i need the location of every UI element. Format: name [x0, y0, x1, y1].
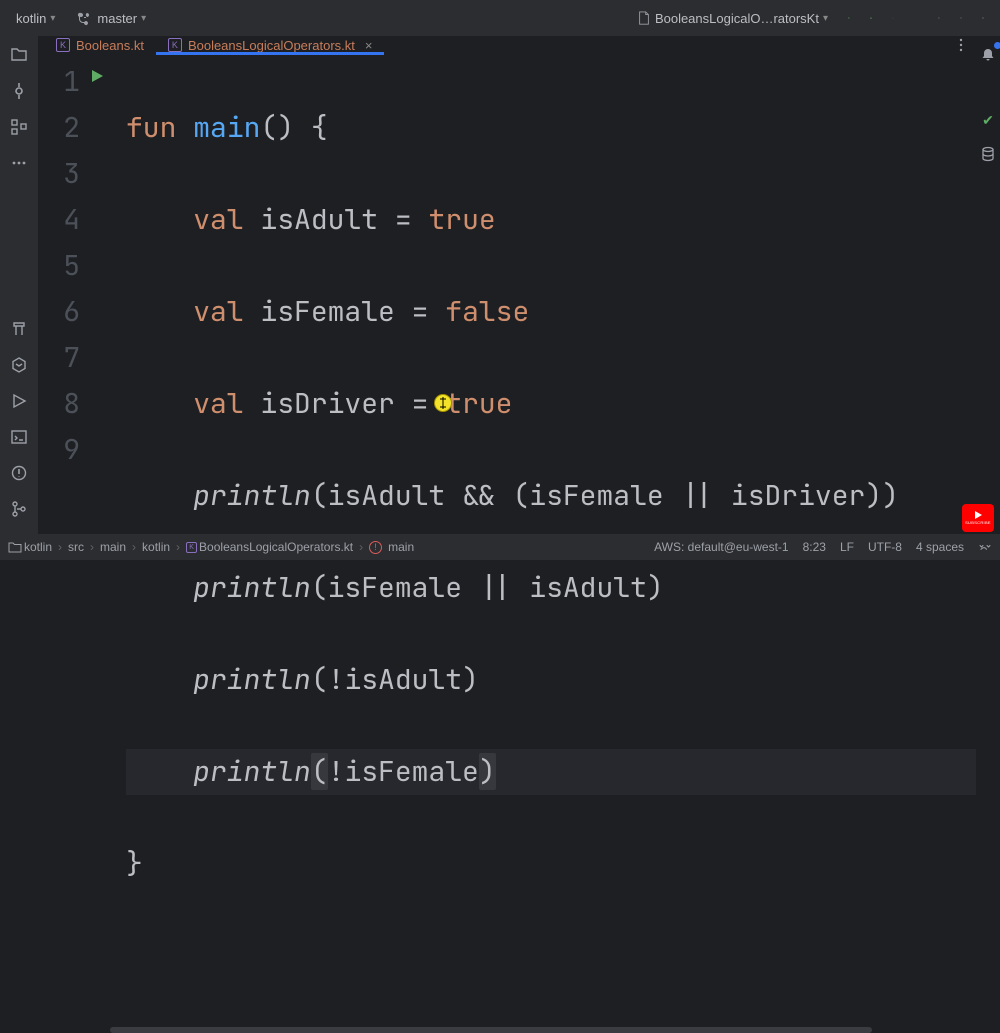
vcs-tool-button[interactable] — [8, 498, 30, 520]
code-editor[interactable]: 123456789 fun main() { val isAdult = tru… — [38, 55, 976, 1025]
debug-button[interactable] — [862, 9, 880, 27]
chevron-down-icon: ▾ — [141, 13, 146, 24]
file-icon — [637, 11, 651, 25]
right-tool-stripe: ✔ — [976, 36, 1000, 534]
tab-booleans[interactable]: K Booleans.kt — [44, 36, 156, 54]
chevron-down-icon: ▾ — [823, 13, 828, 24]
run-gutter — [86, 55, 110, 1025]
kotlin-file-icon: K — [168, 38, 182, 52]
tab-label: Booleans.kt — [76, 38, 144, 53]
branch-name: master — [97, 11, 137, 26]
run-config-label: BooleansLogicalO…ratorsKt — [655, 11, 819, 26]
youtube-subscribe-badge[interactable]: SUBSCRIBE — [962, 504, 994, 532]
scrollbar-thumb[interactable] — [110, 1027, 872, 1033]
structure-tool-button[interactable] — [8, 116, 30, 138]
close-icon[interactable]: × — [365, 38, 373, 53]
project-selector[interactable]: kotlin ▾ — [8, 7, 63, 30]
reader-mode-icon[interactable] — [978, 538, 992, 556]
problems-tool-button[interactable] — [8, 462, 30, 484]
services-tool-button[interactable] — [8, 354, 30, 376]
tab-booleans-logical-operators[interactable]: K BooleansLogicalOperators.kt × — [156, 36, 385, 54]
terminal-tool-button[interactable] — [8, 426, 30, 448]
search-everywhere-button[interactable] — [952, 9, 970, 27]
left-tool-stripe — [0, 36, 38, 534]
settings-button[interactable] — [974, 9, 992, 27]
database-tool-button[interactable] — [977, 143, 999, 165]
top-toolbar: kotlin ▾ master ▾ BooleansLogicalO…rator… — [0, 0, 1000, 36]
code-with-me-button[interactable] — [930, 9, 948, 27]
editor-area: K Booleans.kt K BooleansLogicalOperators… — [38, 36, 976, 534]
git-branch-selector[interactable]: master ▾ — [67, 5, 154, 31]
chevron-down-icon: ▾ — [50, 13, 55, 24]
commit-tool-button[interactable] — [8, 80, 30, 102]
run-gutter-icon[interactable] — [88, 67, 106, 85]
project-tool-button[interactable] — [8, 44, 30, 66]
editor-tabs: K Booleans.kt K BooleansLogicalOperators… — [38, 36, 976, 55]
run-tool-button[interactable] — [8, 390, 30, 412]
branch-icon — [75, 9, 93, 27]
project-name: kotlin — [16, 11, 46, 26]
more-actions-button[interactable] — [884, 9, 902, 27]
tab-label: BooleansLogicalOperators.kt — [188, 38, 355, 53]
code-content[interactable]: fun main() { val isAdult = true val isFe… — [110, 55, 976, 1025]
play-icon — [975, 511, 982, 519]
more-tools-button[interactable] — [8, 152, 30, 174]
run-button[interactable] — [840, 9, 858, 27]
folder-icon — [8, 540, 22, 554]
line-number-gutter: 123456789 — [38, 55, 86, 1025]
kotlin-file-icon: K — [56, 38, 70, 52]
notification-dot — [994, 42, 1000, 49]
tab-actions-button[interactable] — [952, 36, 970, 54]
build-tool-button[interactable] — [8, 318, 30, 340]
notifications-button[interactable] — [977, 44, 999, 66]
cursor-indicator — [434, 394, 452, 412]
main-area: K Booleans.kt K BooleansLogicalOperators… — [0, 36, 1000, 534]
run-config-selector[interactable]: BooleansLogicalO…ratorsKt ▾ — [629, 7, 836, 30]
analysis-ok-icon[interactable]: ✔ — [982, 112, 994, 129]
